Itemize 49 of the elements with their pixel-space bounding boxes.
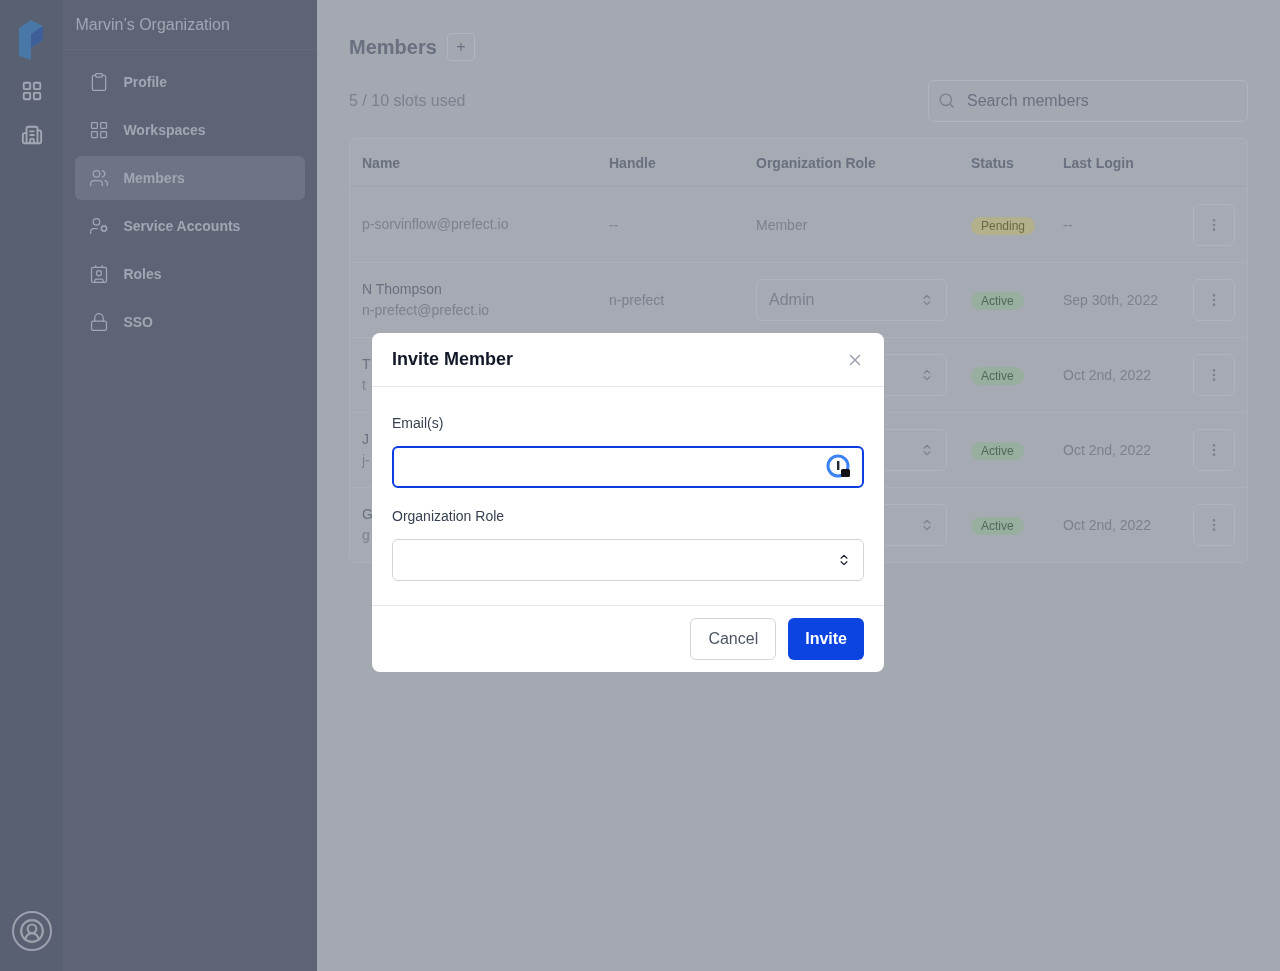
sidebar-item[interactable]: Workspaces (75, 108, 305, 152)
page-title: Members (349, 35, 437, 60)
status-badge: Active (971, 442, 1024, 460)
more-button[interactable] (1193, 429, 1235, 471)
more-button[interactable] (1193, 354, 1235, 396)
column-header: Last Login (1063, 154, 1134, 171)
organization-name: Marvin’s Organization (75, 14, 230, 35)
more-button[interactable] (1193, 279, 1235, 321)
field-label: Email(s) (392, 414, 445, 433)
last-login: -- (1063, 216, 1073, 233)
sidebar-item[interactable]: Service Accounts (75, 204, 305, 248)
member-name: N Thompson (362, 280, 442, 299)
column-header: Organization Role (756, 154, 876, 171)
search-icon (938, 92, 955, 109)
logo-icon[interactable] (18, 20, 45, 60)
password-manager-icon[interactable] (826, 454, 852, 480)
user-icon (18, 918, 45, 944)
more-button[interactable] (1193, 504, 1235, 546)
member-name: T (362, 355, 371, 374)
role-select[interactable] (392, 539, 864, 581)
more-button[interactable] (1193, 203, 1235, 246)
status-badge: Active (971, 517, 1024, 535)
column-header: Status (971, 154, 1014, 171)
grid-icon[interactable] (20, 80, 43, 102)
field-label: Organization Role (392, 507, 506, 526)
lock-icon (89, 312, 110, 332)
sidebar-item[interactable]: Roles (75, 252, 305, 296)
add-button[interactable]: + (446, 33, 475, 61)
member-name: J (362, 430, 369, 449)
sidebar-item[interactable]: SSO (75, 300, 305, 344)
grid-icon (89, 120, 110, 140)
status-badge: Active (971, 367, 1024, 385)
dialog-title: Invite Member (392, 348, 514, 371)
search-field[interactable]: Search members (928, 80, 1248, 122)
user-gear-icon (89, 216, 110, 236)
account-button[interactable] (11, 911, 52, 951)
status-badge: Pending (971, 216, 1036, 235)
email-field[interactable] (392, 446, 864, 488)
member-handle: -- (609, 216, 619, 233)
invite-button[interactable]: Invite (788, 618, 864, 660)
cancel-button[interactable]: Cancel (690, 618, 777, 660)
column-header: Name (362, 154, 401, 171)
users-icon (89, 168, 110, 188)
id-card-icon (89, 264, 110, 284)
sidebar-item[interactable]: Profile (75, 60, 305, 104)
column-header: Handle (609, 154, 656, 171)
building-icon[interactable] (20, 124, 43, 146)
status-badge: Active (971, 292, 1024, 310)
member-name: G (362, 505, 373, 524)
